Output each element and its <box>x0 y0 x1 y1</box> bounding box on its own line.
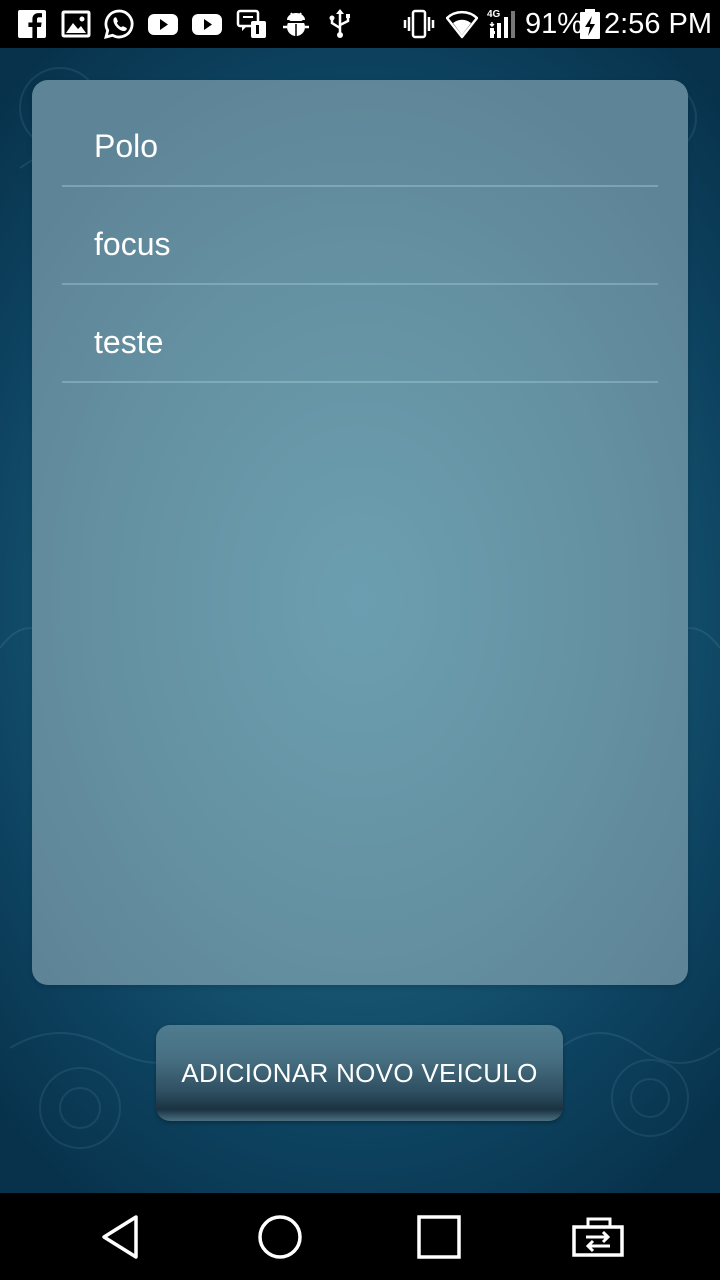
facebook-icon <box>18 10 46 38</box>
add-vehicle-button[interactable]: ADICIONAR NOVO VEICULO <box>156 1025 563 1121</box>
usb-icon <box>329 9 350 38</box>
youtube-icon <box>148 14 178 35</box>
battery-charging-icon <box>580 9 600 39</box>
back-icon[interactable] <box>96 1211 148 1263</box>
status-bar: 4G 91% 2:56 PM <box>0 0 720 48</box>
battery-percent: 91% <box>525 8 584 40</box>
signal-4g-icon <box>489 11 515 38</box>
add-vehicle-button-label: ADICIONAR NOVO VEICULO <box>181 1057 538 1088</box>
dual-window-icon[interactable] <box>570 1211 626 1263</box>
list-item[interactable]: teste <box>62 286 658 383</box>
vehicle-list: Polo focus teste <box>32 80 688 985</box>
app-content: Polo focus teste ADICIONAR NOVO VEICULO <box>0 48 720 1193</box>
sim-card-icon <box>236 9 266 38</box>
recents-icon[interactable] <box>413 1211 465 1263</box>
navigation-bar <box>0 1193 720 1280</box>
whatsapp-icon <box>104 9 134 39</box>
vibrate-icon <box>403 9 435 39</box>
clock: 2:56 PM <box>604 8 712 40</box>
vehicle-name: Polo <box>94 128 159 164</box>
wifi-icon <box>446 10 478 39</box>
gallery-icon <box>61 10 91 38</box>
list-item[interactable]: Polo <box>62 90 658 187</box>
youtube-icon <box>192 14 222 35</box>
home-icon[interactable] <box>254 1211 306 1263</box>
list-item[interactable]: focus <box>62 188 658 285</box>
vehicle-name: teste <box>94 324 164 360</box>
android-debug-icon <box>283 12 309 36</box>
vehicle-name: focus <box>94 226 171 262</box>
